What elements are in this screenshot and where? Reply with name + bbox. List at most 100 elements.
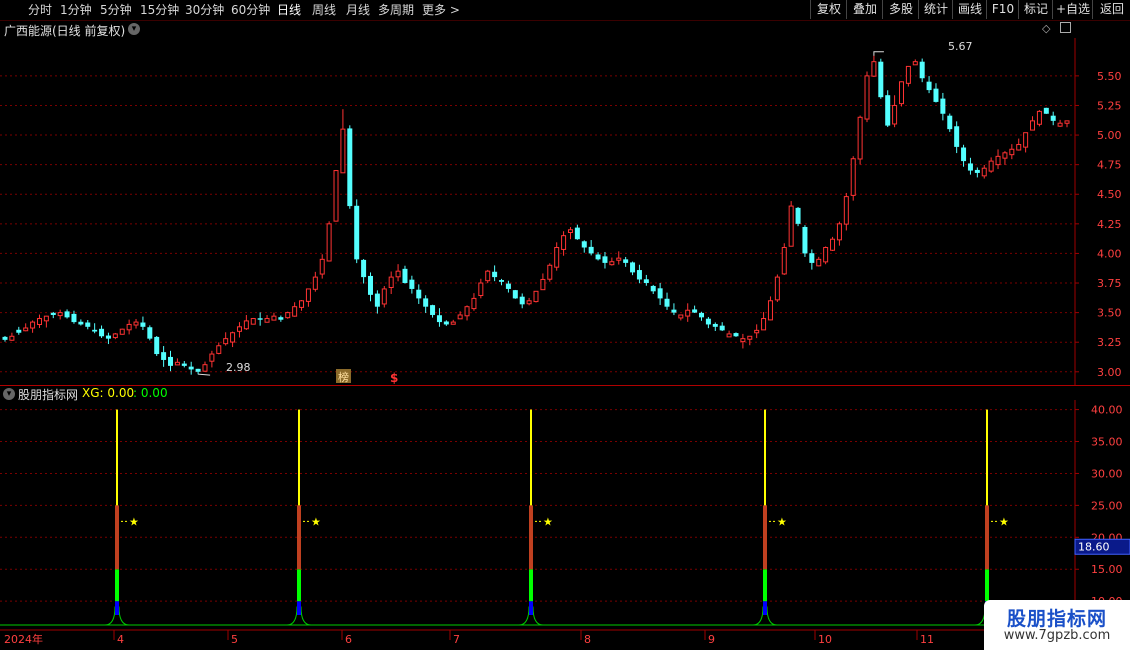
signal-bar-red bbox=[985, 505, 989, 570]
price-tick-label: 5.50 bbox=[1097, 70, 1122, 83]
f10-button[interactable]: F10 bbox=[986, 0, 1019, 19]
candle-body-down bbox=[278, 317, 284, 320]
candle-body-down bbox=[940, 98, 946, 114]
candle-body-down bbox=[595, 254, 601, 260]
signal-bar-yellow bbox=[298, 409, 300, 506]
candle-body-up bbox=[981, 167, 987, 177]
candle-body-up bbox=[464, 306, 470, 317]
candle-body-up bbox=[243, 320, 249, 330]
indicator-tick-label: 40.00 bbox=[1091, 404, 1123, 417]
candle-body-up bbox=[864, 75, 870, 120]
candle-body-up bbox=[781, 247, 787, 275]
add-watchlist-button[interactable]: +自选 bbox=[1052, 0, 1093, 19]
dollar-badge[interactable]: $ bbox=[390, 371, 398, 385]
star-icon: ★ bbox=[129, 515, 139, 528]
candle-body-up bbox=[898, 81, 904, 105]
candle-body-up bbox=[450, 321, 456, 325]
indicator-axis-ticks: 5.0010.0015.0020.0025.0030.0035.0040.00 bbox=[1075, 404, 1123, 628]
month-label: 9 bbox=[708, 633, 715, 646]
period-tab-multi[interactable]: 多周期 bbox=[378, 2, 414, 18]
multi-stock-button[interactable]: 多股 bbox=[882, 0, 919, 19]
candle-body-up bbox=[236, 326, 242, 332]
period-tab-15min[interactable]: 15分钟 bbox=[140, 2, 179, 18]
period-tab-daily[interactable]: 日线 bbox=[277, 2, 301, 18]
candle-body-up bbox=[319, 258, 325, 275]
candle-body-down bbox=[64, 311, 70, 318]
candle-body-up bbox=[526, 300, 532, 305]
star-icon: ★ bbox=[999, 515, 1009, 528]
watermark: 股朋指标网 www.7gpzb.com bbox=[984, 600, 1130, 650]
candle-body-up bbox=[540, 278, 546, 291]
overlay-button[interactable]: 叠加 bbox=[846, 0, 883, 19]
signal-bar-green bbox=[529, 569, 533, 602]
candle-body-down bbox=[954, 126, 960, 147]
signal-bar-blue bbox=[529, 601, 533, 615]
signal-bar-green bbox=[763, 569, 767, 602]
candle-body-down bbox=[374, 293, 380, 307]
period-tab-monthly[interactable]: 月线 bbox=[346, 2, 370, 18]
candle-body-up bbox=[305, 288, 311, 302]
candle-body-up bbox=[816, 258, 822, 267]
candle-body-up bbox=[23, 327, 29, 332]
star-icon: ★ bbox=[543, 515, 553, 528]
candle-body-up bbox=[995, 155, 1001, 166]
signal-bar-yellow bbox=[764, 409, 766, 506]
candle-body-down bbox=[168, 356, 174, 366]
candle-body-up bbox=[843, 196, 849, 225]
panel-toggle-icon[interactable] bbox=[1060, 22, 1071, 33]
signal-bar-red bbox=[297, 505, 301, 570]
back-button[interactable]: 返回 bbox=[1092, 0, 1130, 19]
signal-bar-green bbox=[297, 569, 301, 602]
period-tab-weekly[interactable]: 周线 bbox=[312, 2, 336, 18]
statistics-button[interactable]: 统计 bbox=[918, 0, 953, 19]
month-label: 4 bbox=[117, 633, 124, 646]
indicator-chart[interactable]: ★★★★★ 5.0010.0015.0020.0025.0030.0035.00… bbox=[0, 400, 1130, 628]
signal-bar-blue bbox=[763, 601, 767, 615]
period-tab-5min[interactable]: 5分钟 bbox=[100, 2, 132, 18]
signal-bar-yellow bbox=[116, 409, 118, 506]
candle-body-down bbox=[154, 336, 160, 355]
candle-body-down bbox=[492, 271, 498, 278]
panel-divider bbox=[0, 385, 1130, 386]
candle-body-down bbox=[105, 335, 111, 339]
price-chart[interactable]: 3.00 3.25 3.50 3.75 4.00 4.25 4.50 4.75 5.00 5.25… bbox=[0, 38, 1130, 386]
star-icon: ★ bbox=[311, 515, 321, 528]
candle-body-down bbox=[512, 290, 518, 299]
period-tab-more[interactable]: 更多 > bbox=[422, 2, 460, 18]
candle-body-up bbox=[381, 288, 387, 305]
candle-body-down bbox=[574, 227, 580, 240]
candle-body-up bbox=[485, 270, 491, 282]
candle-body-down bbox=[733, 333, 739, 337]
indicator-tick-label: 35.00 bbox=[1091, 436, 1123, 449]
candle-body-up bbox=[761, 318, 767, 331]
fq-button[interactable]: 复权 bbox=[810, 0, 847, 19]
draw-line-button[interactable]: 画线 bbox=[952, 0, 987, 19]
period-tab-1min[interactable]: 1分钟 bbox=[60, 2, 92, 18]
period-tab-minute-chart[interactable]: 分时 bbox=[28, 2, 52, 18]
period-tab-60min[interactable]: 60分钟 bbox=[231, 2, 270, 18]
candle-body-up bbox=[457, 314, 463, 320]
diamond-icon[interactable]: ◇ bbox=[1042, 22, 1050, 35]
period-tab-30min[interactable]: 30分钟 bbox=[185, 2, 224, 18]
signal-bar-red bbox=[529, 505, 533, 570]
candle-body-up bbox=[740, 338, 746, 343]
candle-body-down bbox=[505, 283, 511, 289]
low-annotation: 2.98 bbox=[226, 361, 251, 374]
candle-body-up bbox=[223, 338, 229, 345]
candle-body-up bbox=[57, 312, 63, 317]
candle-body-down bbox=[602, 256, 608, 263]
candle-body-down bbox=[581, 241, 587, 248]
candle-body-up bbox=[9, 335, 15, 341]
mark-button[interactable]: 标记 bbox=[1018, 0, 1053, 19]
chevron-down-icon[interactable]: ▾ bbox=[128, 23, 140, 35]
candle-body-up bbox=[1016, 144, 1022, 151]
candle-body-up bbox=[299, 300, 305, 308]
candle-body-down bbox=[650, 285, 656, 292]
candle-body-up bbox=[202, 364, 208, 372]
price-tick-label: 5.00 bbox=[1097, 129, 1122, 142]
candle-body-up bbox=[533, 290, 539, 303]
chevron-down-icon[interactable]: ▾ bbox=[3, 388, 15, 400]
candle-body-down bbox=[588, 246, 594, 254]
candle-body-up bbox=[892, 104, 898, 125]
candle-body-up bbox=[857, 116, 863, 160]
